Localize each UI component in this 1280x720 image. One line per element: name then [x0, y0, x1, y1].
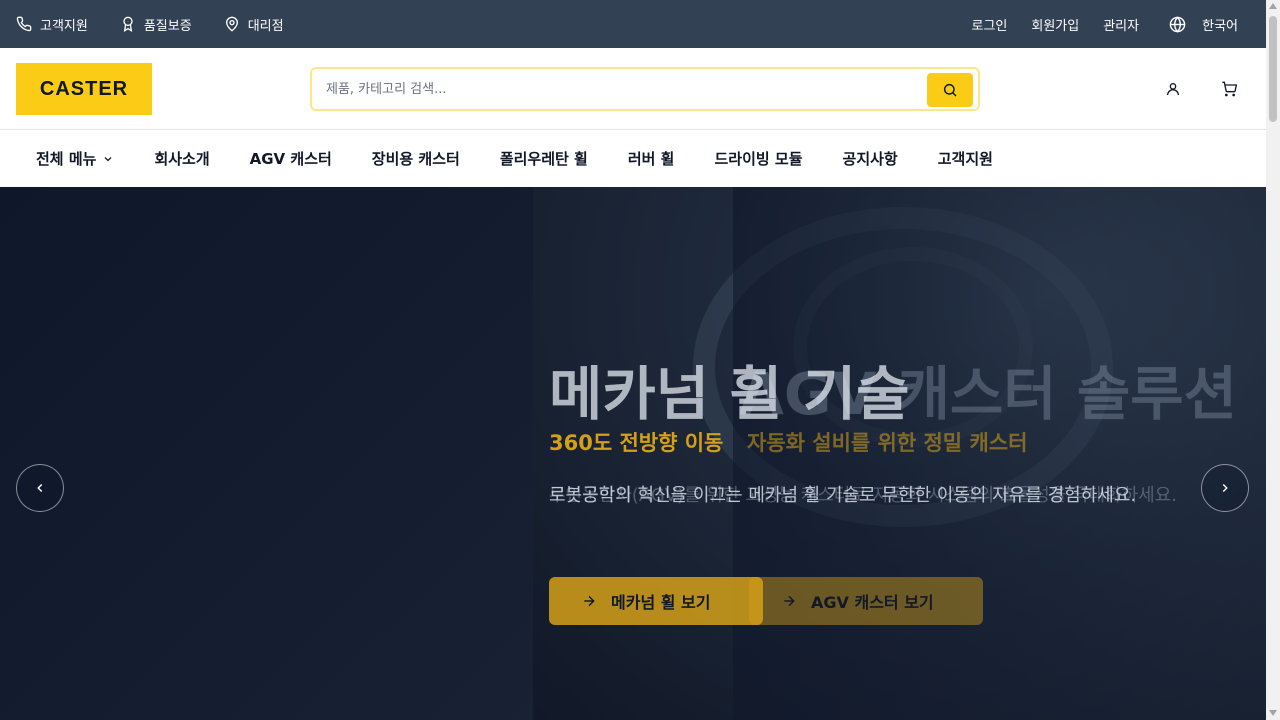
nav-item-support[interactable]: 고객지원: [938, 148, 993, 169]
nav-item-notice[interactable]: 공지사항: [843, 148, 898, 169]
nav-item-rubber-wheel[interactable]: 러버 휠: [628, 148, 675, 169]
arrow-right-icon: [584, 595, 595, 607]
topbar-quality-link[interactable]: 품질보증: [120, 15, 192, 34]
nav-item-driving-module[interactable]: 드라이빙 모듈: [714, 148, 802, 169]
language-selector[interactable]: 한국어: [1169, 15, 1238, 34]
agv-caster-button-label: AGV 캐스터 보기: [811, 593, 934, 612]
hero-carousel: AGV 캐스터 솔루션 메카넘 휠 기술 자동화 설비를 위한 정밀 캐스터 3…: [0, 187, 1266, 720]
agv-caster-button[interactable]: AGV 캐스터 보기: [749, 577, 983, 625]
topbar-right: 로그인 회원가입 관리자 한국어: [947, 0, 1238, 48]
search-button[interactable]: [927, 73, 973, 107]
user-icon: [1167, 83, 1179, 96]
arrow-right-icon: [784, 595, 795, 607]
chevron-down-icon: [104, 156, 112, 161]
scroll-down-arrow[interactable]: [1269, 710, 1277, 716]
mecanum-wheel-button[interactable]: 메카넘 휠 보기: [549, 577, 763, 625]
slide-a-subtitle: 360도 전방향 이동: [549, 431, 724, 455]
topbar-dealer-link[interactable]: 대리점: [224, 15, 284, 34]
topbar-quality-label: 품질보증: [143, 18, 192, 34]
nav-item-polyurethane-wheel[interactable]: 폴리우레탄 휠: [500, 148, 588, 169]
nav-item-equipment-caster[interactable]: 장비용 캐스터: [372, 148, 460, 169]
chevron-right-icon: [1222, 483, 1228, 493]
top-utility-bar: 고객지원 품질보증 대리점 로그인 회원가입 관리자 한국어: [0, 0, 1266, 48]
site-logo[interactable]: CASTER: [16, 63, 152, 115]
account-button[interactable]: [1162, 78, 1184, 100]
carousel-next-button[interactable]: [1201, 464, 1249, 512]
nav-item-agv-caster[interactable]: AGV 캐스터: [250, 148, 332, 169]
search-input[interactable]: [326, 69, 926, 109]
phone-icon: [16, 16, 32, 32]
globe-icon: [1169, 15, 1186, 33]
cart-icon: [1222, 81, 1237, 97]
slide-a-description: 로봇공학의 혁신을 이끄는 메카넘 휠 기술로 무한한 이동의 자유를 경험하세…: [549, 485, 1137, 506]
site-header: CASTER: [0, 48, 1266, 130]
chevron-left-icon: [37, 483, 43, 493]
mecanum-wheel-button-label: 메카넘 휠 보기: [611, 593, 711, 612]
slide-a-title: 메카넘 휠 기술: [549, 360, 910, 428]
nav-all-menu-label: 전체 메뉴: [36, 150, 97, 168]
nav-all-menu[interactable]: 전체 메뉴: [36, 148, 114, 169]
nav-item-company[interactable]: 회사소개: [154, 148, 209, 169]
signup-link[interactable]: 회원가입: [1031, 15, 1079, 34]
cart-button[interactable]: [1218, 78, 1240, 100]
map-pin-icon: [225, 16, 238, 32]
page-scrollbar[interactable]: [1266, 0, 1280, 720]
topbar-support-link[interactable]: 고객지원: [16, 15, 88, 34]
admin-link[interactable]: 관리자: [1103, 15, 1139, 34]
topbar-left: 고객지원 품질보증 대리점: [16, 0, 316, 48]
topbar-support-label: 고객지원: [40, 18, 88, 34]
award-icon: [123, 16, 133, 32]
carousel-prev-button[interactable]: [16, 464, 64, 512]
language-label: 한국어: [1202, 18, 1238, 34]
search-icon: [943, 83, 957, 97]
scroll-thumb[interactable]: [1269, 16, 1277, 122]
search-bar: [310, 67, 980, 111]
scroll-up-arrow[interactable]: [1269, 3, 1277, 9]
main-nav: 전체 메뉴 회사소개 AGV 캐스터 장비용 캐스터 폴리우레탄 휠 러버 휠 …: [0, 130, 1266, 187]
login-link[interactable]: 로그인: [971, 15, 1007, 34]
slide-b-subtitle: 자동화 설비를 위한 정밀 캐스터: [747, 431, 1028, 455]
hero-content: AGV 캐스터 솔루션 메카넘 휠 기술 자동화 설비를 위한 정밀 캐스터 3…: [549, 187, 1266, 720]
topbar-dealer-label: 대리점: [247, 18, 284, 34]
